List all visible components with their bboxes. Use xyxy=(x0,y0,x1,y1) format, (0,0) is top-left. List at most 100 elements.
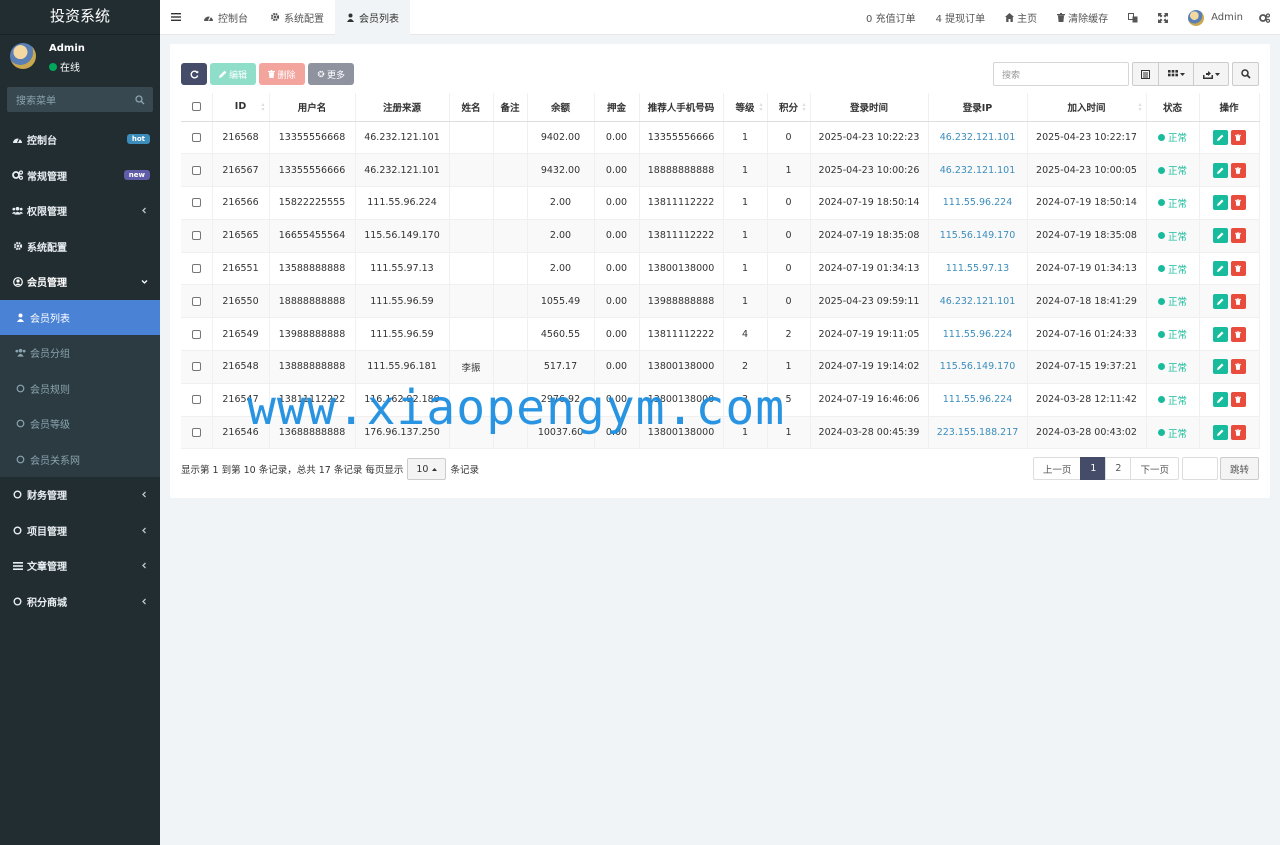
cell-login-ip[interactable]: 111.55.96.224 xyxy=(928,186,1028,220)
sidebar-item-general[interactable]: 常规管理 new xyxy=(0,158,160,194)
table-row[interactable]: 216568 13355556668 46.232.121.101 9402.00 0.… xyxy=(181,121,1260,155)
table-row[interactable]: 216548 13888888888 111.55.96.181 李振 517.17 0.… xyxy=(181,350,1260,384)
recharge-orders-link[interactable]: 0 充值订单 xyxy=(856,0,926,35)
app-logo[interactable]: 投资系统 xyxy=(0,0,160,35)
row-delete-button[interactable] xyxy=(1230,228,1246,244)
column-header-level[interactable]: 等级 xyxy=(723,93,768,122)
edit-button[interactable]: 编辑 xyxy=(210,63,256,85)
clear-cache-button[interactable]: 清除缓存 xyxy=(1047,0,1118,35)
row-delete-button[interactable] xyxy=(1230,129,1246,145)
checkbox[interactable] xyxy=(191,231,201,241)
columns-dropdown-button[interactable] xyxy=(1158,62,1194,86)
sidebar-item-permissions[interactable]: 权限管理 xyxy=(0,193,160,229)
row-edit-button[interactable] xyxy=(1212,228,1228,244)
sidebar-item-members[interactable]: 会员管理 xyxy=(0,264,160,300)
table-row[interactable]: 216566 15822225555 111.55.96.224 2.00 0.00 13… xyxy=(181,186,1260,220)
row-delete-button[interactable] xyxy=(1230,425,1246,441)
table-row[interactable]: 216549 13988888888 111.55.96.59 4560.55 0.00… xyxy=(181,317,1260,352)
row-checkbox-cell[interactable] xyxy=(181,284,213,319)
page-2-button[interactable]: 2 xyxy=(1105,457,1132,480)
row-edit-button[interactable] xyxy=(1212,359,1228,375)
row-edit-button[interactable] xyxy=(1212,326,1228,342)
row-checkbox-cell[interactable] xyxy=(181,153,213,188)
sidebar-item-member-level[interactable]: 会员等级 xyxy=(0,406,160,442)
row-delete-button[interactable] xyxy=(1230,326,1246,342)
control-sidebar-button[interactable] xyxy=(1253,0,1280,35)
row-edit-button[interactable] xyxy=(1212,162,1228,178)
row-delete-button[interactable] xyxy=(1230,293,1246,309)
page-size-dropdown[interactable]: 10 xyxy=(407,458,447,480)
checkbox[interactable] xyxy=(191,395,201,405)
row-edit-button[interactable] xyxy=(1212,392,1228,408)
row-edit-button[interactable] xyxy=(1212,261,1228,277)
table-row[interactable]: 216567 13355556666 46.232.121.101 9432.00 0.… xyxy=(181,153,1260,188)
checkbox[interactable] xyxy=(191,132,201,142)
row-checkbox-cell[interactable] xyxy=(181,350,213,384)
menu-search-input[interactable]: 搜索菜单 xyxy=(7,87,153,112)
tab-system-config[interactable]: 系统配置 xyxy=(259,0,335,35)
admin-user-menu[interactable]: Admin xyxy=(1178,0,1253,35)
cell-login-ip[interactable]: 115.56.149.170 xyxy=(928,219,1028,253)
advanced-search-button[interactable] xyxy=(1232,62,1259,86)
column-header-points[interactable]: 积分 xyxy=(767,93,811,122)
row-checkbox-cell[interactable] xyxy=(181,186,213,220)
row-edit-button[interactable] xyxy=(1212,293,1228,309)
checkbox[interactable] xyxy=(191,296,201,306)
sidebar-item-dashboard[interactable]: 控制台 hot xyxy=(0,122,160,158)
checkbox[interactable] xyxy=(191,165,201,175)
page-1-button[interactable]: 1 xyxy=(1080,457,1107,480)
checkbox[interactable] xyxy=(191,264,201,274)
sidebar-item-system-config[interactable]: 系统配置 xyxy=(0,229,160,265)
cell-login-ip[interactable]: 46.232.121.101 xyxy=(928,284,1028,319)
tab-member-list[interactable]: 会员列表 xyxy=(335,0,410,35)
row-delete-button[interactable] xyxy=(1230,359,1246,375)
table-row[interactable]: 216565 16655455564 115.56.149.170 2.00 0.00 1… xyxy=(181,219,1260,253)
more-button[interactable]: 更多 xyxy=(308,63,354,85)
table-row[interactable]: 216546 13688888888 176.96.137.250 10037.60 0… xyxy=(181,416,1260,450)
cell-login-ip[interactable]: 223.155.188.217 xyxy=(928,416,1028,450)
row-delete-button[interactable] xyxy=(1230,261,1246,277)
row-edit-button[interactable] xyxy=(1212,129,1228,145)
toggle-view-button[interactable] xyxy=(1132,62,1159,86)
row-checkbox-cell[interactable] xyxy=(181,219,213,253)
export-dropdown-button[interactable] xyxy=(1193,62,1229,86)
row-checkbox-cell[interactable] xyxy=(181,121,213,155)
row-checkbox-cell[interactable] xyxy=(181,416,213,450)
sidebar-toggle-button[interactable] xyxy=(160,0,192,35)
checkbox[interactable] xyxy=(191,102,201,112)
select-all-checkbox[interactable] xyxy=(181,93,213,122)
row-edit-button[interactable] xyxy=(1212,195,1228,211)
row-delete-button[interactable] xyxy=(1230,195,1246,211)
row-delete-button[interactable] xyxy=(1230,392,1246,408)
table-row[interactable]: 216550 18888888888 111.55.96.59 1055.49 0.00… xyxy=(181,284,1260,319)
row-edit-button[interactable] xyxy=(1212,425,1228,441)
checkbox[interactable] xyxy=(191,329,201,339)
cell-login-ip[interactable]: 46.232.121.101 xyxy=(928,121,1028,155)
row-checkbox-cell[interactable] xyxy=(181,317,213,352)
sidebar-item-member-relations[interactable]: 会员关系网 xyxy=(0,442,160,478)
checkbox[interactable] xyxy=(191,362,201,372)
cell-login-ip[interactable]: 115.56.149.170 xyxy=(928,350,1028,384)
prev-page-button[interactable]: 上一页 xyxy=(1032,457,1082,480)
withdraw-orders-link[interactable]: 4 提现订单 xyxy=(926,0,996,35)
delete-button[interactable]: 删除 xyxy=(259,63,305,85)
home-link[interactable]: 主页 xyxy=(995,0,1047,35)
column-header-id[interactable]: ID xyxy=(212,93,270,122)
jump-page-input[interactable] xyxy=(1181,457,1218,480)
row-checkbox-cell[interactable] xyxy=(181,252,213,286)
language-toggle-button[interactable] xyxy=(1118,0,1148,35)
sidebar-item-member-rules[interactable]: 会员规则 xyxy=(0,371,160,407)
sidebar-item-member-group[interactable]: 会员分组 xyxy=(0,335,160,371)
row-checkbox-cell[interactable] xyxy=(181,383,213,417)
table-row[interactable]: 216551 13588888888 111.55.97.13 2.00 0.00 138… xyxy=(181,252,1260,286)
sidebar-item-articles[interactable]: 文章管理 xyxy=(0,548,160,584)
checkbox[interactable] xyxy=(191,428,201,438)
row-delete-button[interactable] xyxy=(1230,162,1246,178)
cell-login-ip[interactable]: 111.55.96.224 xyxy=(928,383,1028,417)
table-search-input[interactable]: 搜索 xyxy=(993,62,1129,86)
checkbox[interactable] xyxy=(191,198,201,208)
cell-login-ip[interactable]: 111.55.96.224 xyxy=(928,317,1028,352)
sidebar-item-member-list[interactable]: 会员列表 xyxy=(0,299,160,335)
sidebar-item-points-mall[interactable]: 积分商城 xyxy=(0,584,160,620)
tab-dashboard[interactable]: 控制台 xyxy=(192,0,259,35)
